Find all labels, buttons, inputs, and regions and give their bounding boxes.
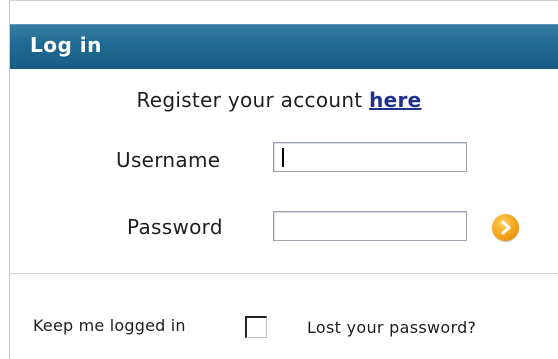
login-panel: Log in Register your account here Userna… <box>0 0 558 359</box>
register-link[interactable]: here <box>369 88 421 112</box>
password-input[interactable] <box>273 211 467 241</box>
register-line: Register your account here <box>0 88 558 112</box>
register-text: Register your account <box>136 88 370 112</box>
password-label: Password <box>127 215 223 239</box>
section-divider <box>10 273 558 274</box>
text-cursor <box>282 148 284 167</box>
arrow-right-icon <box>501 220 511 235</box>
username-label: Username <box>116 148 221 172</box>
login-submit-button[interactable] <box>492 214 519 241</box>
lost-password-link[interactable]: Lost your password? <box>307 318 476 337</box>
login-header: Log in <box>10 24 558 69</box>
panel-top-border <box>9 0 558 1</box>
username-input[interactable] <box>273 142 467 172</box>
keep-logged-in-label: Keep me logged in <box>33 316 186 335</box>
keep-logged-in-checkbox[interactable] <box>245 316 267 338</box>
login-title: Log in <box>30 33 102 57</box>
